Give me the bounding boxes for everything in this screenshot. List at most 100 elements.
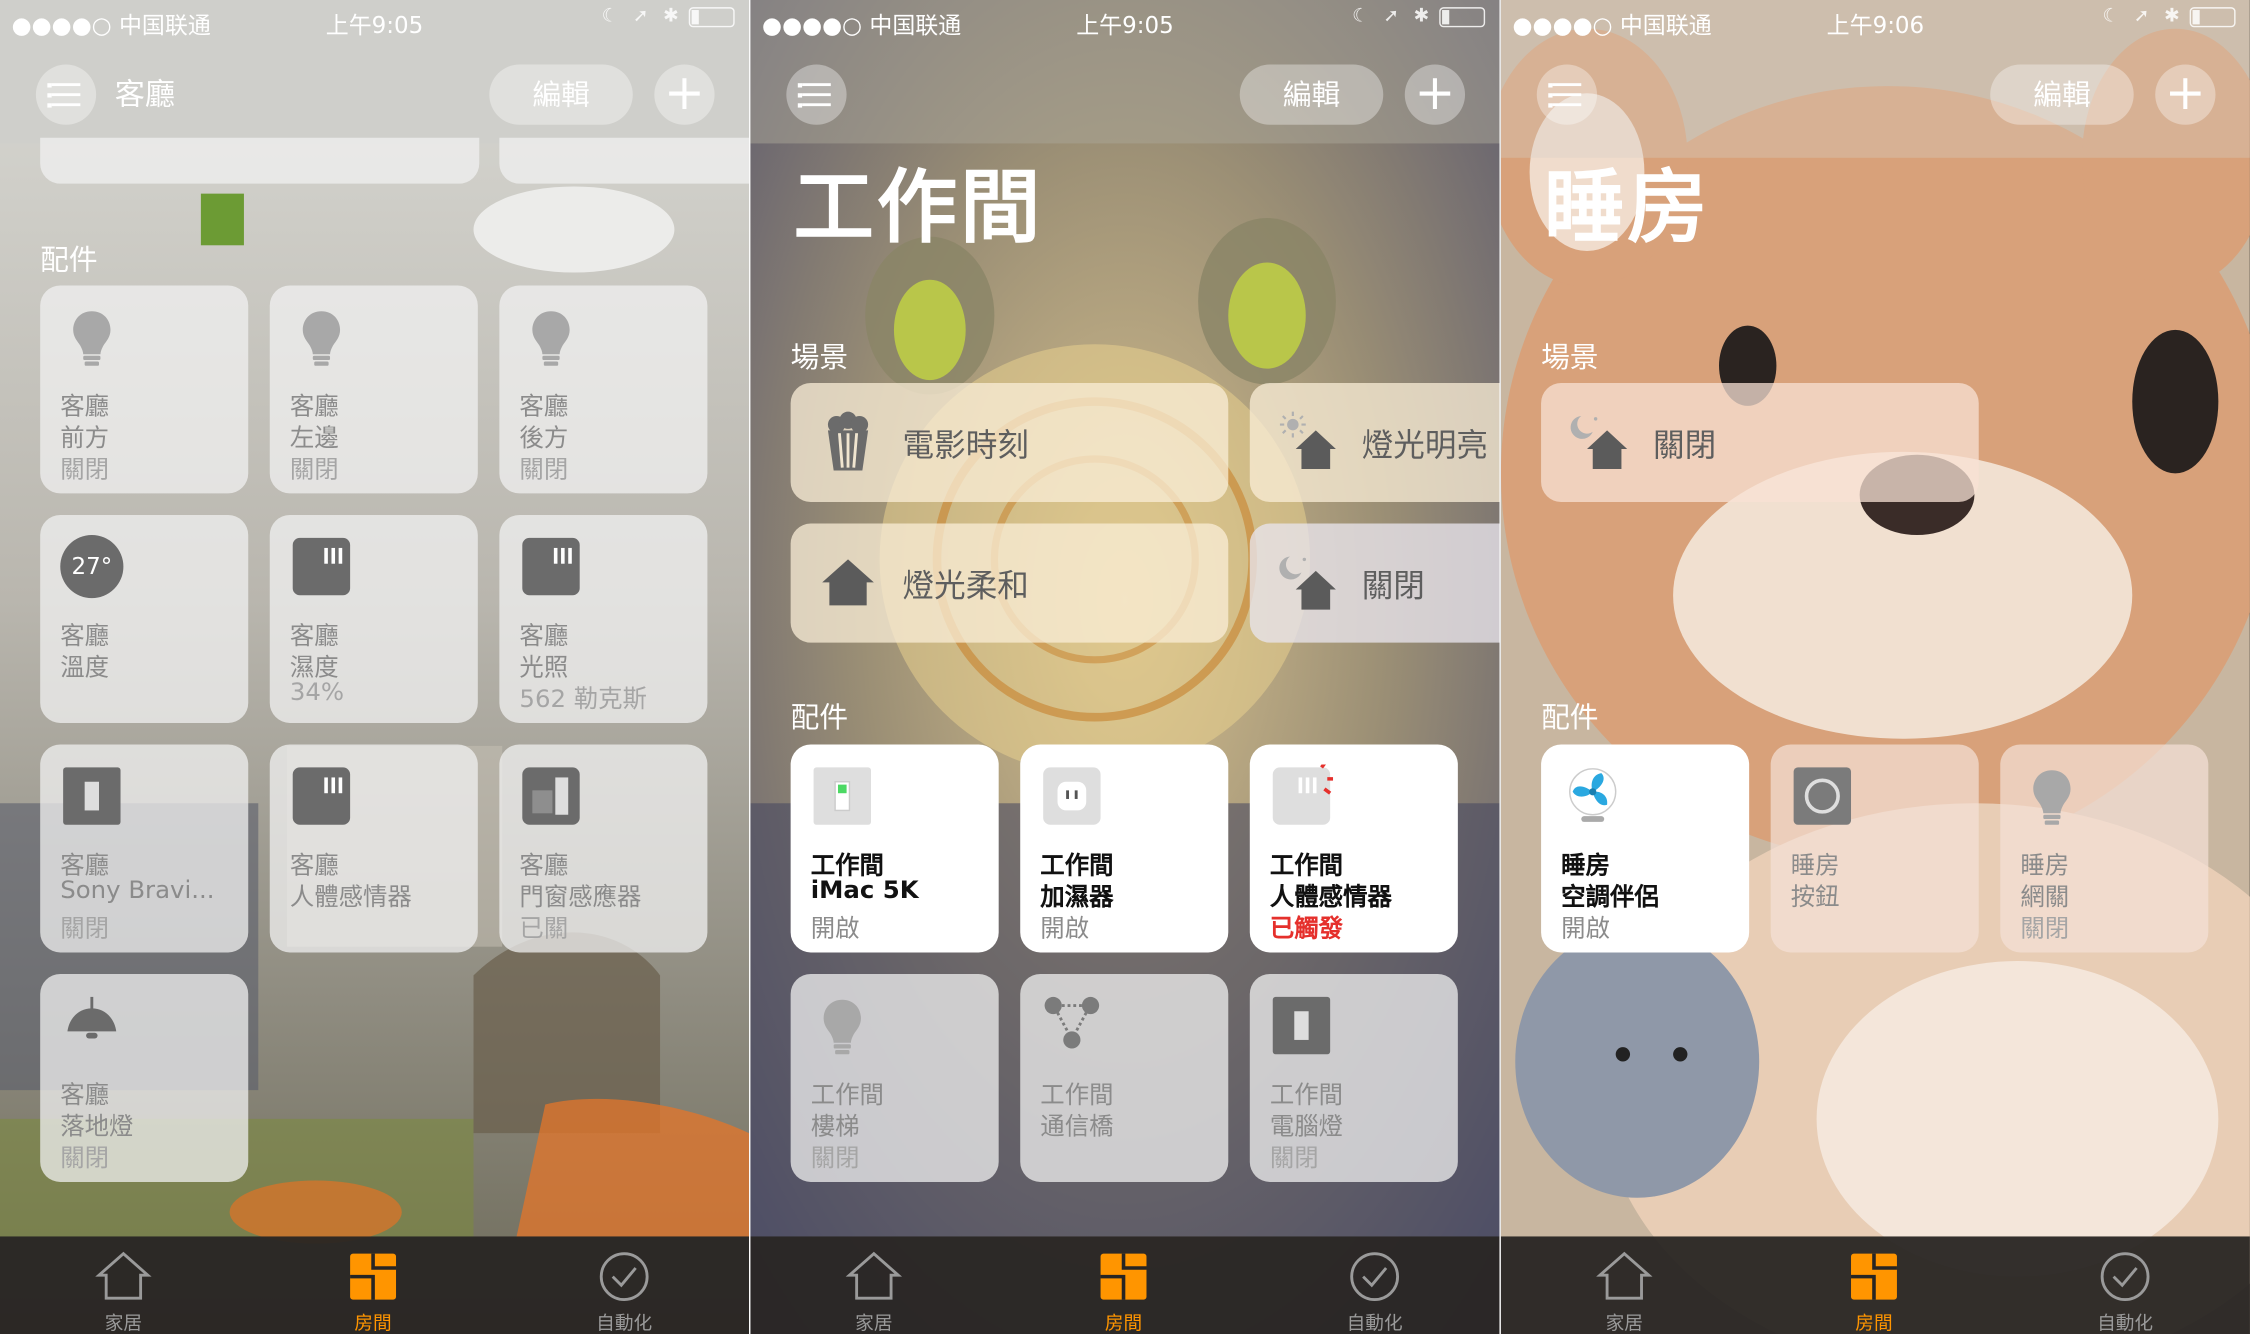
tab-rooms-label: 房間	[1855, 1313, 1893, 1334]
button-icon	[1791, 765, 1854, 828]
accessory-room: 工作間	[1269, 1081, 1344, 1111]
accessory-tile[interactable]: 工作間 人體感情器 已觸發	[1249, 744, 1458, 953]
motion-sensor-icon	[1270, 765, 1333, 828]
accessory-tile[interactable]: 客廳 光照 562 勒克斯	[499, 514, 708, 723]
accessory-tile[interactable]: 客廳 濕度 34%	[269, 514, 478, 723]
room-list-button[interactable]	[1536, 64, 1598, 125]
status-icons: ☾ ➚ ✱	[2103, 6, 2236, 27]
tab-rooms[interactable]: 房間	[1802, 1248, 1945, 1334]
switch-icon	[1270, 994, 1333, 1057]
accessory-status: 已關	[519, 915, 569, 944]
status-icons: ☾ ➚ ✱	[602, 6, 735, 27]
accessory-tile[interactable]: 客廳 左邊 關閉	[269, 285, 478, 494]
accessory-tile[interactable]: 工作間 樓梯 關閉	[790, 973, 999, 1182]
accessory-room: 客廳	[60, 622, 110, 652]
floor-lamp-icon	[60, 994, 123, 1057]
tab-home[interactable]: 家居	[52, 1248, 195, 1334]
accessory-room: 客廳	[519, 393, 569, 422]
accessory-name: 加濕器	[1040, 883, 1114, 913]
tab-automation-label: 自動化	[2097, 1313, 2154, 1334]
scene-tile-partial[interactable]	[40, 137, 480, 184]
tab-automation-label: 自動化	[1346, 1313, 1403, 1334]
scene-tile[interactable]: 電影時刻	[790, 382, 1229, 503]
accessory-status: 關閉	[519, 456, 569, 485]
home-tab-icon	[1596, 1251, 1653, 1300]
accessory-tile[interactable]: 客廳 人體感情器	[269, 744, 478, 953]
accessory-tile[interactable]: 客廳 落地燈 關閉	[40, 973, 249, 1182]
scenes-header: 場景	[1541, 339, 1599, 375]
accessory-tile[interactable]: 睡房 空調伴侶 開啟	[1541, 744, 1750, 953]
accessory-status: 關閉	[289, 456, 339, 485]
edit-button[interactable]: 編輯	[489, 64, 633, 125]
tab-home[interactable]: 家居	[1553, 1248, 1696, 1334]
tab-automation[interactable]: 自動化	[552, 1248, 695, 1334]
accessory-tile[interactable]: 客廳 門窗感應器 已關	[499, 744, 708, 953]
add-button[interactable]: +	[2155, 64, 2216, 125]
tab-home-label: 家居	[855, 1313, 893, 1334]
tab-automation[interactable]: 自動化	[1303, 1248, 1446, 1334]
add-button[interactable]: +	[654, 64, 715, 125]
bridge-icon	[1040, 994, 1103, 1057]
room-list-button[interactable]	[786, 64, 847, 125]
accessory-tile[interactable]: 睡房 網關 關閉	[2000, 744, 2209, 953]
accessory-tile[interactable]: 睡房 按鈕	[1770, 744, 1979, 953]
scene-label: 電影時刻	[902, 428, 1029, 465]
workroom-panel: ●●●●○ 中国联通 上午9:05 ☾ ➚ ✱ 編輯 + 工作間 場景 電影時刻…	[750, 0, 1500, 1334]
scene-tile[interactable]: 燈光柔和	[790, 523, 1229, 643]
accessory-name: 電腦燈	[1269, 1113, 1344, 1142]
accessory-room: 客廳	[519, 852, 569, 881]
tab-bar: 家居 房間 自動化	[1500, 1236, 2250, 1334]
room-title: 睡房	[1543, 162, 1711, 256]
popcorn-icon	[816, 410, 879, 473]
clock-check-icon	[1350, 1252, 1400, 1302]
accessory-room: 睡房	[2020, 852, 2070, 881]
rooms-tab-icon	[350, 1253, 397, 1300]
tab-automation[interactable]: 自動化	[2053, 1248, 2196, 1334]
accessory-name: 人體感情器	[1269, 883, 1392, 913]
accessories-header: 配件	[40, 242, 98, 277]
accessory-status: 562 勒克斯	[519, 685, 647, 715]
scene-tile-partial[interactable]	[499, 137, 750, 184]
accessory-tile[interactable]: 工作間 iMac 5K 開啟	[790, 744, 999, 953]
accessory-name: Sony Bravi...	[60, 876, 215, 906]
rooms-tab-icon	[1100, 1253, 1147, 1300]
scene-tile[interactable]: 關閉	[1249, 523, 1500, 643]
status-bar: ●●●●○ 中国联通 上午9:05 ☾ ➚ ✱	[0, 0, 749, 43]
scene-tile[interactable]: 關閉	[1541, 382, 1979, 503]
accessory-tile[interactable]: 客廳 Sony Bravi... 關閉	[40, 744, 249, 953]
tab-bar: 家居 房間 自動化	[0, 1236, 750, 1334]
accessory-room: 客廳	[60, 852, 110, 881]
bedroom-panel: ●●●●○ 中国联通 上午9:06 ☾ ➚ ✱ 編輯 + 睡房 場景 關閉 配件…	[1500, 0, 2250, 1334]
accessory-name: 通信橋	[1040, 1113, 1114, 1142]
accessory-room: 工作間	[1040, 1081, 1114, 1111]
tab-home-label: 家居	[1605, 1313, 1643, 1334]
tab-rooms-label: 房間	[1104, 1313, 1143, 1334]
bulb-icon	[811, 994, 874, 1057]
accessory-tile[interactable]: 工作間 電腦燈 關閉	[1249, 973, 1458, 1182]
edit-button[interactable]: 編輯	[1239, 64, 1384, 125]
edit-button[interactable]: 編輯	[1990, 64, 2134, 125]
accessory-tile[interactable]: 工作間 加濕器 開啟	[1020, 744, 1229, 953]
status-bar: ●●●●○ 中国联通 上午9:05 ☾ ➚ ✱	[750, 0, 1499, 43]
room-title: 客廳	[114, 77, 176, 112]
add-button[interactable]: +	[1404, 64, 1466, 125]
tab-home[interactable]: 家居	[802, 1248, 945, 1334]
accessory-tile[interactable]: 客廳 後方 關閉	[499, 285, 708, 494]
accessory-tile[interactable]: 工作間 通信橋	[1020, 973, 1229, 1182]
accessory-status: 關閉	[60, 456, 110, 485]
sun-house-icon	[1276, 410, 1339, 473]
thermometer-icon: 27°	[60, 535, 124, 599]
accessory-tile[interactable]: 客廳 前方 關閉	[40, 285, 249, 494]
accessory-room: 睡房	[1790, 852, 1840, 881]
scene-tile[interactable]: 燈光明亮	[1249, 382, 1500, 503]
battery-icon	[1439, 6, 1486, 27]
accessory-tile[interactable]: 27° 客廳 溫度	[40, 514, 249, 723]
tab-rooms[interactable]: 房間	[1052, 1248, 1195, 1334]
tab-rooms[interactable]: 房間	[301, 1248, 444, 1334]
clock-check-icon	[599, 1252, 649, 1302]
accessory-room: 工作間	[1269, 852, 1344, 881]
living-room-panel: ●●●●○ 中国联通 上午9:05 ☾ ➚ ✱ 客廳 編輯 + 配件 客廳 前方…	[0, 0, 750, 1334]
status-bar: ●●●●○ 中国联通 上午9:06 ☾ ➚ ✱	[1501, 0, 2250, 43]
room-list-button[interactable]	[35, 64, 97, 125]
scene-label: 燈光柔和	[902, 569, 1029, 606]
